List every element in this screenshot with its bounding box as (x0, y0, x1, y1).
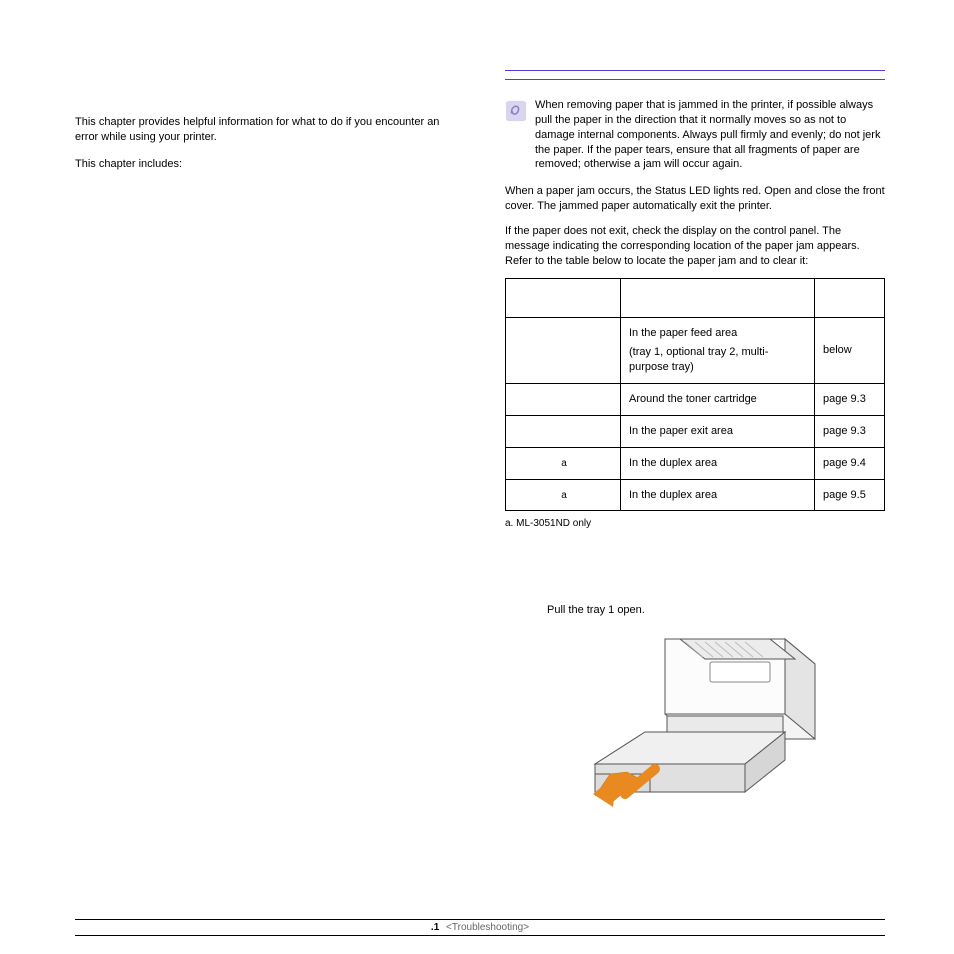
paragraph-status-led: When a paper jam occurs, the Status LED … (505, 184, 885, 214)
cell-location: In the duplex area (621, 447, 815, 479)
th-message (506, 279, 621, 318)
note-text: When removing paper that is jammed in th… (535, 98, 885, 172)
table-row: In the paper feed area (tray 1, optional… (506, 318, 885, 384)
th-location (621, 279, 815, 318)
cell-goto: page 9.3 (815, 383, 885, 415)
section-rule-bottom (505, 79, 885, 80)
cell-location: In the duplex area (621, 479, 815, 511)
table-row: Around the toner cartridge page 9.3 (506, 383, 885, 415)
table-row: a In the duplex area page 9.4 (506, 447, 885, 479)
cell-location: In the paper exit area (621, 415, 815, 447)
cell-goto: page 9.5 (815, 479, 885, 511)
jam-location-table: In the paper feed area (tray 1, optional… (505, 278, 885, 511)
right-column: When removing paper that is jammed in th… (505, 70, 885, 829)
paragraph-check-display: If the paper does not exit, check the di… (505, 224, 885, 269)
cell-goto: page 9.4 (815, 447, 885, 479)
cell-message (506, 415, 621, 447)
step-instruction: Pull the tray 1 open. (547, 603, 885, 618)
table-row: In the paper exit area page 9.3 (506, 415, 885, 447)
cell-location: Around the toner cartridge (621, 383, 815, 415)
page-number: .1 (431, 922, 439, 933)
cell-message (506, 318, 621, 384)
cell-goto: page 9.3 (815, 415, 885, 447)
table-row: a In the duplex area page 9.5 (506, 479, 885, 511)
printer-illustration (555, 624, 885, 829)
clip-icon (505, 100, 527, 122)
page-footer: .1 <Troubleshooting> (75, 919, 885, 936)
th-goto (815, 279, 885, 318)
chapter-name: <Troubleshooting> (446, 922, 529, 933)
note-box: When removing paper that is jammed in th… (505, 98, 885, 172)
cell-message: a (506, 447, 621, 479)
cell-message: a (506, 479, 621, 511)
left-column: This chapter provides helpful informatio… (75, 115, 445, 184)
includes-label: This chapter includes: (75, 157, 445, 172)
intro-paragraph: This chapter provides helpful informatio… (75, 115, 445, 145)
cell-message (506, 383, 621, 415)
cell-location: In the paper feed area (tray 1, optional… (621, 318, 815, 384)
table-header-row (506, 279, 885, 318)
cell-goto: below (815, 318, 885, 384)
table-footnote: a. ML-3051ND only (505, 517, 885, 531)
section-rule-top (505, 70, 885, 71)
